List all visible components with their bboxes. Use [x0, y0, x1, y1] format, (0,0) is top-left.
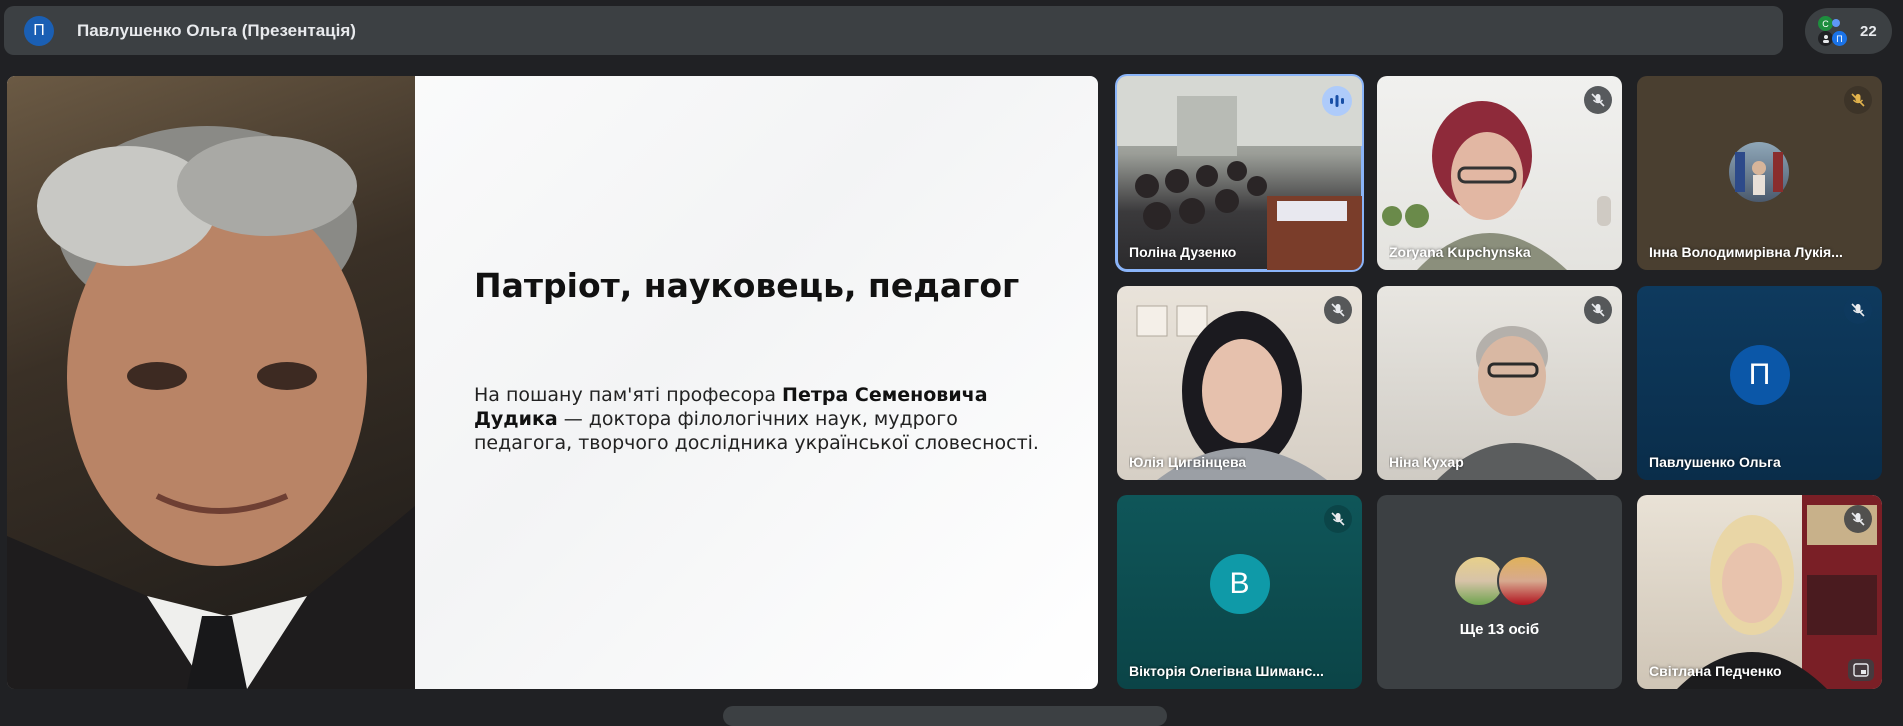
mic-off-icon [1324, 505, 1352, 533]
participant-tile[interactable]: Поліна Дузенко [1115, 74, 1364, 272]
mic-off-icon [1584, 86, 1612, 114]
participants-button[interactable]: С П 22 [1805, 8, 1892, 54]
presentation-slide: Патріот, науковець, педагог На пошану па… [7, 76, 1098, 689]
more-participants-tile[interactable]: Ще 13 осіб [1377, 495, 1622, 689]
expand-tile-icon[interactable] [1848, 659, 1874, 681]
participant-avatar-photo [1729, 142, 1789, 202]
presenter-avatar: П [24, 15, 54, 46]
mic-off-icon [1844, 86, 1872, 114]
participant-count: 22 [1860, 22, 1877, 40]
slide-text-prefix: На пошану пам'яті професора [474, 384, 783, 406]
meeting-title-bar: П Павлушенко Ольга (Презентація) [4, 6, 1783, 55]
participant-tile[interactable]: В Вікторія Олегівна Шиманс... [1117, 495, 1362, 689]
participant-name: Поліна Дузенко [1129, 244, 1237, 260]
mini-avatar-icon [1818, 31, 1833, 46]
mini-avatar-dot [1832, 19, 1840, 27]
participant-tile[interactable]: Інна Володимирівна Лукія... [1637, 76, 1882, 270]
mini-avatar: П [1832, 31, 1847, 46]
mic-off-icon [1324, 296, 1352, 324]
mic-off-icon [1844, 505, 1872, 533]
participant-name: Юлія Цигвінцева [1129, 454, 1247, 470]
presentation-title: Павлушенко Ольга (Презентація) [77, 20, 356, 40]
avatar [1497, 555, 1549, 607]
slide-text-suffix: — доктора філологічних наук, мудрого пед… [474, 408, 1039, 454]
more-participants-label: Ще 13 осіб [1459, 621, 1540, 638]
slide-body-text: На пошану пам'яті професора Петра Семено… [474, 383, 1054, 455]
participant-name: Zoryana Kupchynska [1389, 244, 1531, 260]
participant-avatars: С П [1818, 15, 1850, 47]
mini-avatar: С [1818, 16, 1833, 31]
more-participants-avatars [1453, 555, 1553, 607]
participant-tile[interactable]: Юлія Цигвінцева [1117, 286, 1362, 480]
mic-off-icon [1844, 296, 1872, 324]
participant-name: Інна Володимирівна Лукія... [1649, 244, 1843, 260]
participant-tile[interactable]: Zoryana Kupchynska [1377, 76, 1622, 270]
portrait-photo [7, 76, 415, 689]
participant-tile[interactable]: Світлана Педченко [1637, 495, 1882, 689]
participant-tile[interactable]: П Павлушенко Ольга [1637, 286, 1882, 480]
participant-name: Павлушенко Ольга [1649, 454, 1781, 470]
mic-off-icon [1584, 296, 1612, 324]
participant-avatar: П [1729, 345, 1790, 405]
participant-name: Ніна Кухар [1389, 454, 1464, 470]
participant-avatar: В [1209, 554, 1270, 614]
meeting-controls-bar[interactable] [723, 706, 1167, 726]
participant-tile[interactable]: Ніна Кухар [1377, 286, 1622, 480]
slide-title: Патріот, науковець, педагог [474, 266, 1020, 305]
participant-name: Вікторія Олегівна Шиманс... [1129, 663, 1324, 679]
speaking-indicator-icon [1322, 86, 1352, 116]
participant-name: Світлана Педченко [1649, 663, 1782, 679]
